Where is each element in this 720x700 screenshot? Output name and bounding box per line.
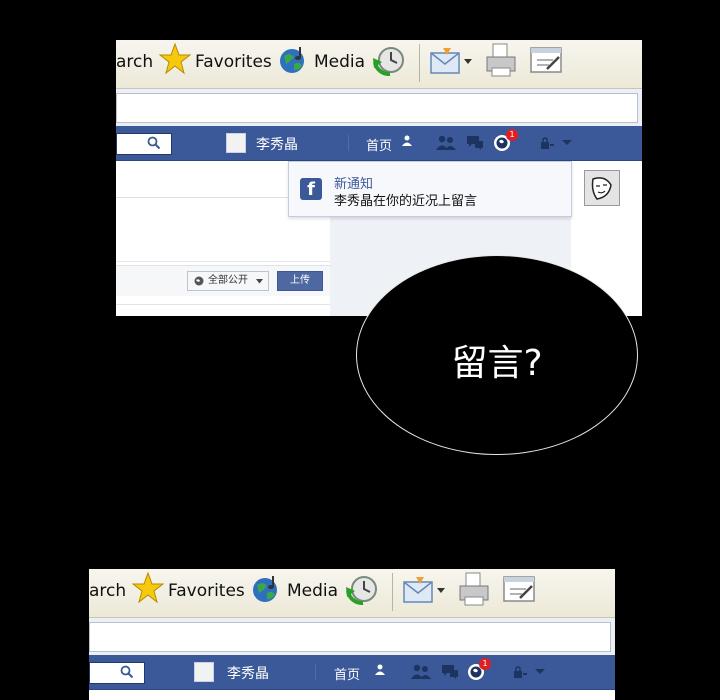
browser-toolbar: arch Favorites Media (89, 569, 615, 618)
chevron-down-icon[interactable] (535, 669, 545, 675)
search-input[interactable] (89, 662, 145, 684)
search-icon[interactable] (147, 136, 161, 150)
globe-icon (194, 276, 204, 286)
avatar-sketch-icon (585, 171, 619, 205)
upload-button[interactable]: 上传 (277, 271, 323, 291)
print-icon[interactable] (484, 42, 518, 80)
favorites-button[interactable]: Favorites (195, 52, 272, 72)
browser-toolbar: arch Favorites Media (116, 40, 642, 89)
history-icon[interactable] (345, 573, 379, 607)
notification-popup[interactable]: f 新通知 李秀晶在你的近况上留言 (288, 161, 572, 217)
chevron-down-icon[interactable] (437, 588, 445, 594)
profile-avatar[interactable] (194, 662, 214, 682)
print-icon[interactable] (457, 571, 491, 609)
edit-icon[interactable] (502, 575, 536, 605)
media-button[interactable]: Media (314, 52, 365, 72)
toolbar-separator (419, 44, 420, 82)
search-toolbar-label[interactable]: arch (89, 581, 126, 601)
address-input[interactable] (116, 93, 638, 123)
home-link[interactable]: 首页 (366, 135, 392, 154)
messages-icon[interactable] (466, 135, 484, 151)
privacy-selector[interactable]: 全部公开 (187, 271, 269, 291)
media-globe-icon[interactable] (278, 44, 310, 76)
favorites-button[interactable]: Favorites (168, 581, 245, 601)
home-link[interactable]: 首页 (334, 664, 360, 683)
chevron-down-icon (256, 279, 263, 284)
friend-requests-icon[interactable] (411, 664, 431, 680)
bar-divider (348, 135, 349, 151)
search-toolbar-label[interactable]: arch (116, 52, 153, 72)
favorites-star-icon[interactable] (131, 571, 165, 605)
feed-card (116, 304, 330, 316)
profile-name-link[interactable]: 李秀晶 (256, 134, 298, 154)
friend-requests-icon[interactable] (436, 135, 456, 151)
address-bar (89, 618, 615, 658)
edit-icon[interactable] (529, 46, 563, 76)
facebook-logo-icon: f (300, 178, 322, 200)
lock-icon[interactable] (513, 666, 527, 678)
history-icon[interactable] (372, 44, 406, 78)
speech-bubble-text: 留言? (451, 343, 543, 384)
privacy-label: 全部公开 (208, 275, 248, 286)
media-globe-icon[interactable] (251, 573, 283, 605)
chevron-down-icon[interactable] (464, 59, 472, 65)
sidebar-avatar[interactable] (584, 170, 620, 206)
content-area (89, 690, 615, 700)
facebook-top-bar: 李秀晶 首页 1 (116, 126, 642, 161)
search-input[interactable] (116, 133, 172, 155)
browser-screenshot-bottom: arch Favorites Media 李秀晶 首页 1 (89, 569, 615, 700)
mail-icon[interactable] (429, 45, 463, 77)
media-button[interactable]: Media (287, 581, 338, 601)
address-bar (116, 89, 642, 129)
find-friends-icon[interactable] (402, 135, 412, 147)
address-input[interactable] (89, 622, 611, 652)
messages-icon[interactable] (441, 664, 459, 680)
profile-avatar[interactable] (226, 133, 246, 153)
profile-name-link[interactable]: 李秀晶 (227, 663, 269, 683)
bar-divider (315, 664, 316, 680)
chevron-down-icon[interactable] (562, 140, 572, 146)
toolbar-separator (392, 573, 393, 611)
notification-badge: 1 (479, 658, 491, 670)
speech-bubble: 留言? (356, 255, 638, 455)
favorites-star-icon[interactable] (158, 42, 192, 76)
find-friends-icon[interactable] (375, 664, 385, 676)
lock-icon[interactable] (540, 137, 554, 149)
notification-badge: 1 (506, 129, 518, 141)
search-icon[interactable] (120, 665, 134, 679)
notification-message: 李秀晶在你的近况上留言 (334, 194, 478, 209)
facebook-top-bar: 李秀晶 首页 1 (89, 655, 615, 690)
mail-icon[interactable] (402, 574, 436, 606)
